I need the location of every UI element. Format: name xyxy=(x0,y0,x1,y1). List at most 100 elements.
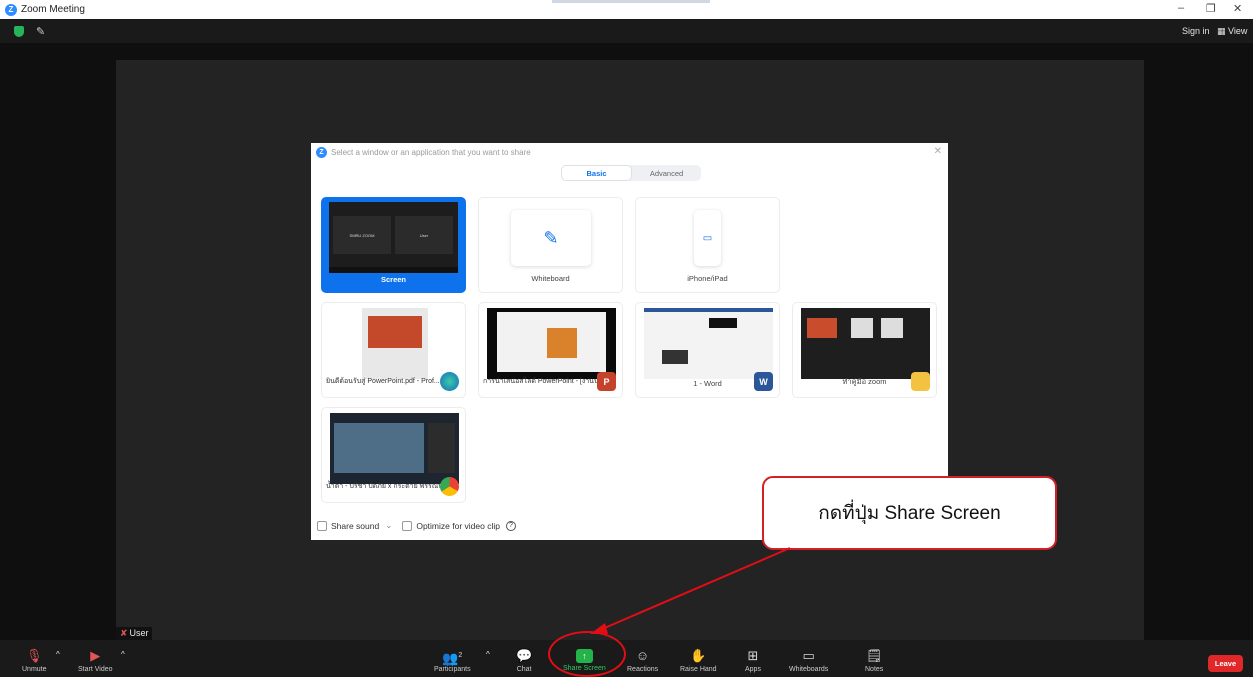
raise-hand-button[interactable]: ✋ Raise Hand xyxy=(680,647,717,673)
share-tile-iphone-ipad[interactable]: ▭ iPhone/iPad xyxy=(635,197,780,293)
tile-label: น้ำตา - ปรีชา ปัดภัย x กระต่าย พรรณนิ... xyxy=(326,483,449,490)
notes-icon: 🗒 xyxy=(865,648,883,663)
zoom-logo-icon: Z xyxy=(316,146,327,158)
reactions-button[interactable]: ☺ Reactions xyxy=(627,647,658,673)
share-tile-powerpoint-window[interactable]: การนำเสนอสไลด์ PowerPoint - [งานน... P xyxy=(478,302,623,398)
window-title: Zoom Meeting xyxy=(21,4,85,15)
tile-label: iPhone/iPad xyxy=(687,274,728,283)
raise-hand-icon: ✋ xyxy=(690,648,707,663)
participant-count: 2 xyxy=(458,652,463,659)
optimize-video-checkbox[interactable] xyxy=(402,520,413,531)
participants-options-caret[interactable]: ^ xyxy=(486,650,490,659)
chat-button[interactable]: 💬 Chat xyxy=(516,647,532,673)
participant-name-tag: ✘ User xyxy=(116,627,152,640)
whiteboards-button[interactable]: ▭ Whiteboards xyxy=(789,647,828,673)
start-video-label: Start Video xyxy=(78,666,113,673)
thumb-block xyxy=(881,318,903,338)
thumb-video xyxy=(334,423,424,473)
instruction-callout: กดที่ปุ่ม Share Screen xyxy=(762,476,1057,550)
tab-advanced[interactable]: Advanced xyxy=(632,165,701,181)
muted-mic-icon: ✘ xyxy=(120,628,128,638)
apps-label: Apps xyxy=(745,666,761,673)
leave-button[interactable]: Leave xyxy=(1208,655,1243,672)
edge-icon xyxy=(440,372,459,391)
notes-button[interactable]: 🗒 Notes xyxy=(865,647,883,673)
view-button[interactable]: ▦ View xyxy=(1217,26,1247,37)
apps-icon: ⊞ xyxy=(747,648,759,663)
unmute-button[interactable]: 🎙 Unmute xyxy=(22,647,47,673)
notes-label: Notes xyxy=(865,666,884,673)
window-thumbnail xyxy=(644,308,773,379)
participants-button[interactable]: 👥2 Participants xyxy=(434,647,471,673)
share-sound-checkbox[interactable] xyxy=(317,520,327,531)
dialog-close-icon[interactable]: ✕ xyxy=(934,146,942,157)
muted-mic-icon: 🎙 xyxy=(26,648,43,663)
chat-label: Chat xyxy=(516,666,532,673)
dialog-header: Z Select a window or an application that… xyxy=(311,143,948,161)
audio-options-caret[interactable]: ^ xyxy=(56,650,60,659)
share-tile-whiteboard[interactable]: ✎ Whiteboard xyxy=(478,197,623,293)
close-window-button[interactable]: ✕ xyxy=(1233,2,1242,15)
thumb-left-pane: SMRU ZOOM xyxy=(333,216,391,254)
restore-button[interactable]: ❐ xyxy=(1206,2,1216,15)
share-tile-folder-window[interactable]: ทำคู่มือ zoom xyxy=(792,302,937,398)
thumb-slide xyxy=(368,316,422,348)
tile-label: ยินดีต้อนรับสู่ PowerPoint.pdf - Prof... xyxy=(326,378,440,385)
dialog-prompt: Select a window or an application that y… xyxy=(331,147,531,157)
window-thumbnail xyxy=(330,413,459,484)
video-options-caret[interactable]: ^ xyxy=(121,650,125,659)
apps-button[interactable]: ⊞ Apps xyxy=(745,647,761,673)
security-shield-icon[interactable] xyxy=(14,26,24,37)
participant-name: User xyxy=(129,628,149,638)
airplay-icon: ▭ xyxy=(694,210,721,266)
whiteboard-icon: ▭ xyxy=(802,648,815,663)
annotation-highlight-oval xyxy=(548,631,626,677)
powerpoint-icon: P xyxy=(597,372,616,391)
thumb-sidebar xyxy=(428,423,455,473)
video-off-icon: ▶ xyxy=(90,648,101,663)
help-icon[interactable]: ? xyxy=(505,520,516,531)
share-tile-chrome-window[interactable]: น้ำตา - ปรีชา ปัดภัย x กระต่าย พรรณนิ... xyxy=(321,407,466,503)
dialog-footer: Share sound ⌄ Optimize for video clip ? xyxy=(317,520,516,531)
participants-icon: 👥2 xyxy=(442,650,463,666)
share-sound-dropdown-icon[interactable]: ⌄ xyxy=(385,520,392,531)
minimize-button[interactable]: – xyxy=(1178,2,1184,14)
window-thumbnail xyxy=(487,308,616,379)
thumb-block xyxy=(709,318,737,328)
thumb-toolbar xyxy=(329,267,458,273)
screen-thumbnail: SMRU ZOOM User xyxy=(329,202,458,273)
whiteboards-label: Whiteboards xyxy=(789,666,829,673)
thumb-image xyxy=(547,328,577,358)
share-sound-label: Share sound xyxy=(331,520,380,531)
sign-in-link[interactable]: Sign in xyxy=(1182,26,1210,36)
reactions-label: Reactions xyxy=(627,666,659,673)
meeting-topbar xyxy=(0,19,1253,43)
window-thumbnail xyxy=(362,308,428,379)
folder-icon xyxy=(911,372,930,391)
reactions-icon: ☺ xyxy=(635,648,650,663)
start-video-button[interactable]: ▶ Start Video xyxy=(78,647,113,673)
share-tabs: Basic Advanced xyxy=(561,165,701,181)
tile-label: Screen xyxy=(380,275,407,284)
participants-label: Participants xyxy=(434,666,471,673)
optimize-video-label: Optimize for video clip xyxy=(416,520,500,531)
thumb-block xyxy=(662,350,688,364)
tab-basic[interactable]: Basic xyxy=(561,165,632,181)
share-tile-word-window[interactable]: 1 - Word W xyxy=(635,302,780,398)
muted-mic-indicator-icon: ✎ xyxy=(36,26,46,38)
top-share-indicator xyxy=(552,0,710,3)
share-tile-screen[interactable]: SMRU ZOOM User Screen xyxy=(321,197,466,293)
pen-icon: ✎ xyxy=(511,210,591,266)
share-tile-pdf-window[interactable]: ยินดีต้อนรับสู่ PowerPoint.pdf - Prof... xyxy=(321,302,466,398)
word-icon: W xyxy=(754,372,773,391)
raise-hand-label: Raise Hand xyxy=(680,666,717,673)
thumb-block xyxy=(807,318,837,338)
zoom-logo-icon: Z xyxy=(5,3,17,16)
thumb-right-pane: User xyxy=(395,216,453,254)
tile-label: Whiteboard xyxy=(531,274,570,283)
window-thumbnail xyxy=(801,308,930,379)
chrome-icon xyxy=(440,477,459,496)
tile-label: การนำเสนอสไลด์ PowerPoint - [งานน... xyxy=(483,378,605,385)
chat-icon: 💬 xyxy=(516,648,533,663)
view-label: View xyxy=(1228,26,1248,36)
